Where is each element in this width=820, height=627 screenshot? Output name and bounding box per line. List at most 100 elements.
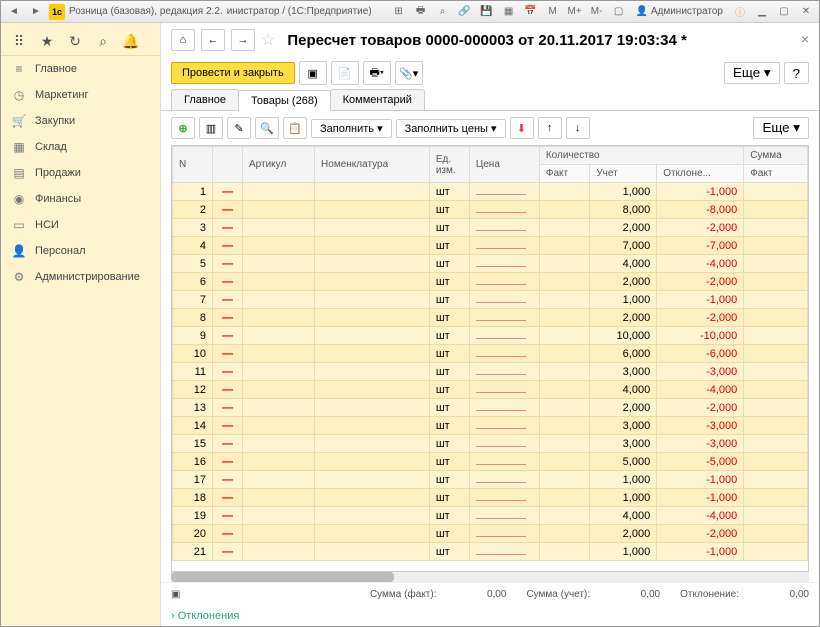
col-qty[interactable]: Количество [539,147,743,165]
cell-price[interactable] [469,507,539,525]
table-row[interactable]: 15—шт3,000-3,000 [173,435,808,453]
cell-fact[interactable] [539,183,589,201]
cell-nomenclature[interactable] [315,507,430,525]
cell-article[interactable] [243,309,315,327]
cell-price[interactable] [469,489,539,507]
info-icon[interactable]: ⓘ [731,4,749,20]
cell-article[interactable] [243,453,315,471]
cell-nomenclature[interactable] [315,525,430,543]
cell-price[interactable] [469,543,539,561]
table-row[interactable]: 18—шт1,000-1,000 [173,489,808,507]
cell-price[interactable] [469,291,539,309]
sidebar-item-7[interactable]: 👤Персонал [1,238,160,264]
copy-button[interactable]: 📋 [283,117,307,139]
link-icon[interactable]: 🔗 [456,4,474,20]
move-up-button[interactable]: ↑ [538,117,562,139]
nav-fwd-icon[interactable]: ► [27,4,45,20]
save-icon[interactable]: 💾 [478,4,496,20]
cell-fact[interactable] [539,525,589,543]
fill-prices-dropdown[interactable]: Заполнить цены ▾ [396,119,506,138]
cell-article[interactable] [243,183,315,201]
cell-nomenclature[interactable] [315,309,430,327]
table-row[interactable]: 1—шт1,000-1,000 [173,183,808,201]
print-icon[interactable]: 🖶 [412,4,430,20]
cell-fact[interactable] [539,471,589,489]
cell-fact[interactable] [539,435,589,453]
cell-price[interactable] [469,525,539,543]
cell-article[interactable] [243,507,315,525]
barcode-button[interactable]: ▥ [199,117,223,139]
menu-icon[interactable]: ⠿ [9,31,29,51]
cell-article[interactable] [243,237,315,255]
help-button[interactable]: ? [784,62,809,84]
cell-article[interactable] [243,327,315,345]
col-unit[interactable]: Ед. изм. [429,147,469,183]
cell-price[interactable] [469,237,539,255]
cell-nomenclature[interactable] [315,237,430,255]
cell-fact[interactable] [539,381,589,399]
cell-fact[interactable] [539,237,589,255]
maximize-button[interactable]: ▢ [775,4,793,20]
sidebar-item-8[interactable]: ⚙Администрирование [1,264,160,290]
cell-fact[interactable] [539,219,589,237]
cell-nomenclature[interactable] [315,201,430,219]
cell-nomenclature[interactable] [315,471,430,489]
cell-price[interactable] [469,471,539,489]
col-status[interactable] [213,147,243,183]
table-more-button[interactable]: Еще ▾ [753,117,809,139]
sidebar-item-4[interactable]: ▤Продажи [1,160,160,186]
col-n[interactable]: N [173,147,213,183]
cell-price[interactable] [469,363,539,381]
sidebar-item-0[interactable]: ≡Главное [1,56,160,82]
table-row[interactable]: 3—шт2,000-2,000 [173,219,808,237]
star-icon[interactable]: ★ [37,31,57,51]
minimize-button[interactable]: ▁ [753,4,771,20]
m-minus-button[interactable]: М- [588,4,606,20]
cell-nomenclature[interactable] [315,219,430,237]
cell-fact[interactable] [539,417,589,435]
cell-nomenclature[interactable] [315,183,430,201]
col-sum[interactable]: Сумма [744,147,808,165]
cell-fact[interactable] [539,291,589,309]
col-nomenclature[interactable]: Номенклатура [315,147,430,183]
post-button[interactable]: ▣ [299,61,327,85]
col-deviation[interactable]: Отклоне... [657,165,744,183]
home-button[interactable]: ⌂ [171,29,195,51]
back-button[interactable]: ← [201,29,225,51]
nav-back-icon[interactable]: ◄ [5,4,23,20]
cell-article[interactable] [243,471,315,489]
history-icon[interactable]: ↻ [65,31,85,51]
cell-nomenclature[interactable] [315,453,430,471]
table-row[interactable]: 21—шт1,000-1,000 [173,543,808,561]
cell-nomenclature[interactable] [315,489,430,507]
cell-nomenclature[interactable] [315,291,430,309]
bell-icon[interactable]: 🔔 [121,31,141,51]
table-row[interactable]: 19—шт4,000-4,000 [173,507,808,525]
sidebar-item-1[interactable]: ◷Маркетинг [1,82,160,108]
tab-goods[interactable]: Товары (268) [238,90,331,111]
cell-price[interactable] [469,381,539,399]
cell-article[interactable] [243,489,315,507]
table-row[interactable]: 12—шт4,000-4,000 [173,381,808,399]
cell-article[interactable] [243,291,315,309]
cell-article[interactable] [243,219,315,237]
toolbar-icon[interactable]: ⊞ [390,4,408,20]
cell-price[interactable] [469,345,539,363]
cell-article[interactable] [243,525,315,543]
cell-nomenclature[interactable] [315,363,430,381]
cell-fact[interactable] [539,543,589,561]
cell-article[interactable] [243,417,315,435]
cell-nomenclature[interactable] [315,399,430,417]
tab-main[interactable]: Главное [171,89,239,110]
cell-price[interactable] [469,399,539,417]
table-row[interactable]: 8—шт2,000-2,000 [173,309,808,327]
forward-button[interactable]: → [231,29,255,51]
m-plus-button[interactable]: М+ [566,4,584,20]
cell-nomenclature[interactable] [315,345,430,363]
cell-price[interactable] [469,453,539,471]
cell-price[interactable] [469,435,539,453]
doc-close-button[interactable]: × [801,31,809,47]
cell-fact[interactable] [539,327,589,345]
table-row[interactable]: 9—шт10,000-10,000 [173,327,808,345]
cell-article[interactable] [243,381,315,399]
